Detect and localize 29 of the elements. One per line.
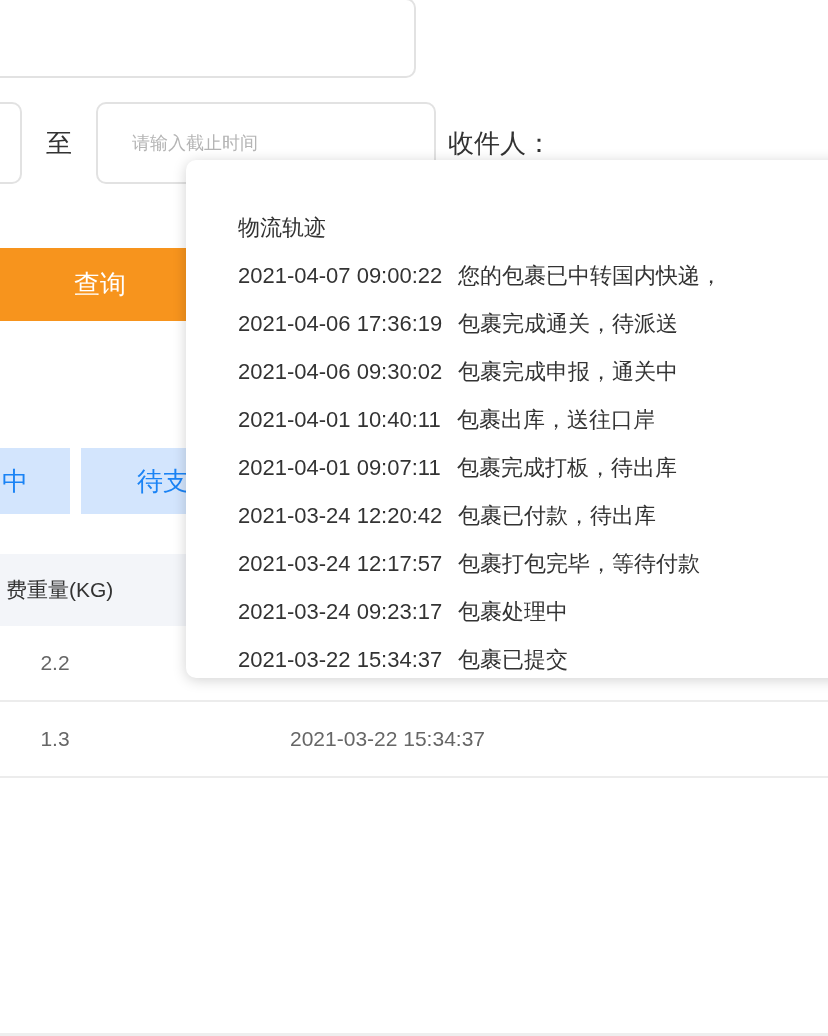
event-time: 2021-04-06 17:36:19 (238, 311, 443, 337)
event-description: 包裹完成申报，通关中 (458, 358, 679, 386)
recipient-label: 收件人： (448, 126, 552, 160)
column-header: 费重量(KG) (6, 577, 114, 603)
status-tab[interactable]: 待支 (81, 448, 186, 514)
event-description: 包裹打包完毕，等待付款 (458, 550, 701, 578)
event-description: 包裹处理中 (458, 598, 569, 626)
table-cell: 2021-03-22 15:34:37 (290, 727, 485, 751)
status-tab[interactable]: 中 (0, 448, 70, 514)
table-cell-text: 1.3 (39, 727, 71, 751)
event-time: 2021-04-06 09:30:02 (238, 359, 443, 385)
range-separator: 至 (46, 126, 72, 160)
event-time: 2021-03-24 09:23:17 (238, 599, 443, 625)
event-description: 包裹已提交 (458, 646, 569, 674)
event-description: 包裹完成通关，待派送 (458, 310, 679, 338)
event-time: 2021-04-01 10:40:11 (238, 407, 441, 433)
event-description: 包裹完成打板，待出库 (456, 454, 677, 482)
event-time: 2021-04-01 09:07:11 (238, 455, 441, 481)
query-button[interactable]: 查询 (0, 248, 186, 321)
table-cell-text: 2.2 (39, 651, 71, 675)
event-time: 2021-04-07 09:00:22 (238, 263, 443, 289)
event-time: 2021-03-24 12:17:57 (238, 551, 443, 577)
popup-title: 物流轨迹 (238, 214, 327, 242)
text-input-field[interactable] (0, 0, 416, 78)
event-description: 包裹出库，送往口岸 (456, 406, 655, 434)
event-time: 2021-03-22 15:34:37 (238, 647, 443, 673)
event-time: 2021-03-24 12:20:42 (238, 503, 443, 529)
event-description: 包裹已付款，待出库 (458, 502, 657, 530)
event-description: 您的包裹已中转国内快递， (458, 262, 723, 290)
